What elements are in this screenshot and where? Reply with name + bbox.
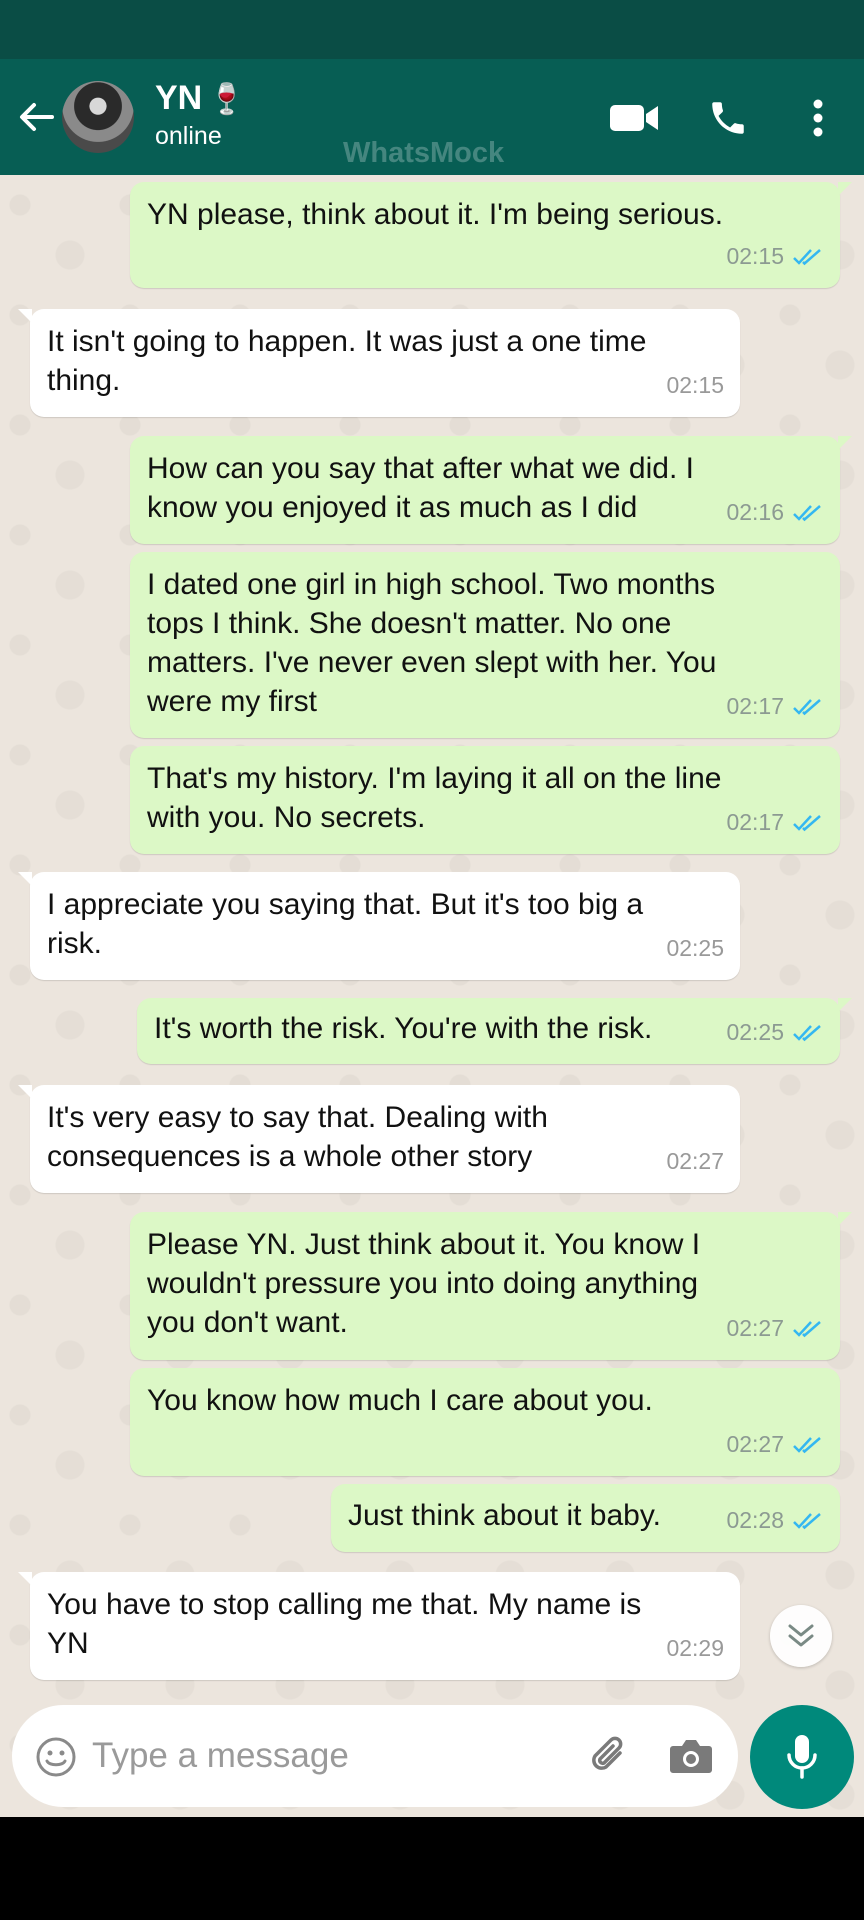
message-time: 02:27 <box>726 1315 784 1341</box>
message-text: It's very easy to say that. Dealing with… <box>47 1101 548 1173</box>
message-time: 02:27 <box>726 1431 784 1457</box>
message-meta: 02:28 <box>726 1501 824 1540</box>
voice-call-icon[interactable] <box>700 93 756 143</box>
message-incoming[interactable]: I appreciate you saying that. But it's t… <box>18 872 740 980</box>
message-text: You know how much I care about you. <box>147 1384 653 1417</box>
more-options-icon[interactable] <box>790 93 846 143</box>
bubble-tail <box>838 1212 852 1226</box>
chat-area[interactable]: YN please, think about it. I'm being ser… <box>0 175 864 1817</box>
video-call-icon[interactable] <box>606 93 662 143</box>
message-meta: 02:27 <box>726 1425 824 1464</box>
message-time: 02:17 <box>726 693 784 719</box>
message-outgoing[interactable]: That's my history. I'm laying it all on … <box>130 746 840 854</box>
message-outgoing[interactable]: You know how much I care about you. 02:2… <box>130 1368 840 1476</box>
message-text: Please YN. Just think about it. You know… <box>147 1228 701 1339</box>
system-navigation-bar <box>0 1817 864 1920</box>
double-check-icon <box>793 814 821 831</box>
message-outgoing[interactable]: How can you say that after what we did. … <box>130 436 852 544</box>
wine-glass-icon: 🍷 <box>208 83 246 116</box>
avatar[interactable] <box>62 81 134 153</box>
message-meta: 02:15 <box>726 237 824 276</box>
message-text: That's my history. I'm laying it all on … <box>147 762 722 834</box>
message-time: 02:17 <box>726 809 784 835</box>
bubble-tail <box>18 1085 32 1099</box>
message-meta: 02:15 <box>666 366 724 405</box>
contact-name-text: YN <box>155 79 203 117</box>
message-meta: 02:27 <box>666 1142 724 1181</box>
message-outgoing[interactable]: Just think about it baby. 02:28 <box>331 1484 840 1552</box>
message-text: Just think about it baby. <box>348 1499 661 1532</box>
watermark: WhatsMock <box>343 137 505 169</box>
message-time: 02:16 <box>726 499 784 525</box>
message-outgoing[interactable]: Please YN. Just think about it. You know… <box>130 1212 852 1360</box>
message-outgoing[interactable]: YN please, think about it. I'm being ser… <box>130 182 852 288</box>
message-time: 02:28 <box>726 1507 784 1533</box>
bubble-tail <box>18 1572 32 1586</box>
message-text: I dated one girl in high school. Two mon… <box>147 568 717 718</box>
message-incoming[interactable]: It isn't going to happen. It was just a … <box>18 309 740 417</box>
double-chevron-down-icon <box>788 1624 814 1647</box>
message-time: 02:25 <box>666 935 724 961</box>
back-arrow-icon[interactable] <box>14 95 58 139</box>
message-text: How can you say that after what we did. … <box>147 452 694 524</box>
double-check-icon <box>793 698 821 715</box>
contact-status: online <box>155 122 222 150</box>
chat-header: YN 🍷 online WhatsMock <box>0 59 864 175</box>
paperclip-icon[interactable] <box>582 1729 636 1783</box>
message-text: It's worth the risk. You're with the ris… <box>154 1012 653 1045</box>
message-outgoing[interactable]: I dated one girl in high school. Two mon… <box>130 552 840 738</box>
message-incoming[interactable]: It's very easy to say that. Dealing with… <box>18 1085 740 1193</box>
message-text: YN please, think about it. I'm being ser… <box>147 198 724 231</box>
message-meta: 02:29 <box>666 1629 724 1668</box>
message-time: 02:29 <box>666 1635 724 1661</box>
bubble-tail <box>18 309 32 323</box>
message-time: 02:15 <box>726 243 784 269</box>
message-text: You have to stop calling me that. My nam… <box>47 1588 642 1660</box>
double-check-icon <box>793 504 821 521</box>
double-check-icon <box>793 1512 821 1529</box>
message-meta: 02:25 <box>726 1013 824 1052</box>
message-time: 02:27 <box>666 1148 724 1174</box>
microphone-button[interactable] <box>750 1705 854 1809</box>
double-check-icon <box>793 248 821 265</box>
bubble-tail <box>838 182 852 196</box>
status-bar <box>0 0 864 59</box>
message-incoming[interactable]: You have to stop calling me that. My nam… <box>18 1572 740 1680</box>
message-text: I appreciate you saying that. But it's t… <box>47 888 644 960</box>
message-meta: 02:17 <box>726 687 824 726</box>
message-meta: 02:25 <box>666 929 724 968</box>
message-meta: 02:27 <box>726 1309 824 1348</box>
camera-icon[interactable] <box>664 1729 718 1783</box>
double-check-icon <box>793 1024 821 1041</box>
message-composer <box>12 1705 738 1807</box>
message-input[interactable] <box>92 1727 512 1785</box>
contact-name[interactable]: YN 🍷 <box>155 79 246 118</box>
message-meta: 02:16 <box>726 493 824 532</box>
bubble-tail <box>838 436 852 450</box>
bubble-tail <box>18 872 32 886</box>
message-outgoing[interactable]: It's worth the risk. You're with the ris… <box>137 998 852 1064</box>
emoji-icon[interactable] <box>34 1735 78 1779</box>
bubble-tail <box>838 998 852 1012</box>
message-meta: 02:17 <box>726 803 824 842</box>
scroll-to-bottom-button[interactable] <box>770 1605 832 1667</box>
message-text: It isn't going to happen. It was just a … <box>47 325 647 397</box>
double-check-icon <box>793 1436 821 1453</box>
microphone-icon <box>787 1735 817 1779</box>
message-time: 02:15 <box>666 372 724 398</box>
double-check-icon <box>793 1320 821 1337</box>
message-time: 02:25 <box>726 1019 784 1045</box>
